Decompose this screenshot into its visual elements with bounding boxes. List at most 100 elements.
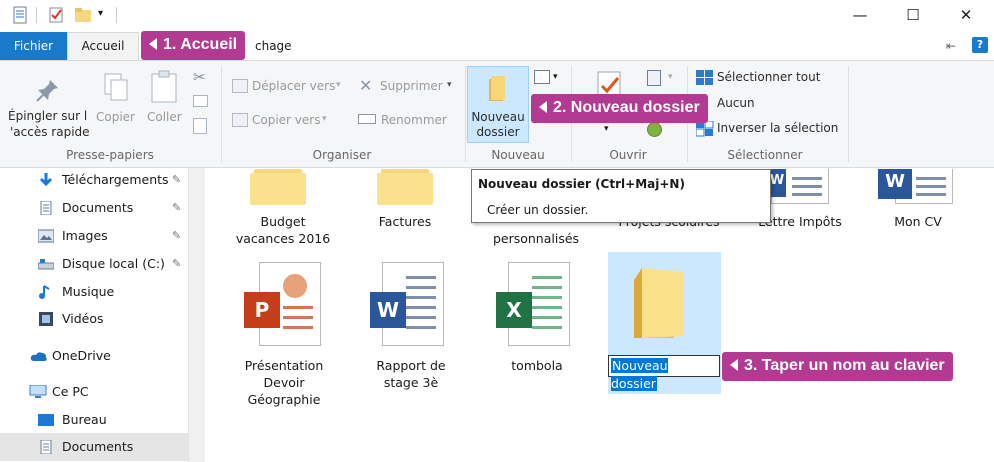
qa-separator-2 [116, 7, 117, 23]
folder-icon [250, 169, 306, 205]
file-tombola[interactable]: tombola [482, 357, 592, 374]
nav-label: Vidéos [62, 311, 104, 326]
group-separator [848, 66, 849, 162]
rename-input[interactable]: Nouveau dossier [608, 355, 720, 391]
disk-icon [38, 259, 54, 270]
delete-button[interactable]: Supprimer [380, 79, 443, 93]
file-presentation-geographie[interactable]: Présentation Devoir Géographie [224, 357, 344, 408]
copy-to-button[interactable]: Copier vers [252, 113, 320, 127]
tab-partage-partial[interactable]: chage [255, 32, 292, 60]
close-button[interactable]: ✕ [946, 4, 986, 26]
tooltip-new-folder: Nouveau dossier (Ctrl+Maj+N) Créer un do… [471, 169, 771, 223]
file-modeles-office[interactable]: personnalisés [476, 230, 596, 247]
paste-shortcut-icon[interactable] [193, 118, 207, 134]
maximize-button[interactable]: ☐ [893, 4, 933, 26]
new-item-dropdown-icon[interactable]: ▾ [553, 72, 558, 82]
pin-quick-access-label-2: 'accès rapide [10, 125, 90, 139]
nav-item-telechargements[interactable]: Téléchargements ✎ [0, 166, 188, 194]
history-icon[interactable] [647, 122, 662, 137]
properties-dropdown-icon[interactable]: ▾ [604, 124, 609, 134]
group-separator [465, 66, 466, 162]
video-icon [39, 312, 53, 326]
excel-file-icon: X [496, 262, 570, 346]
file-mon-cv[interactable]: Mon CV [868, 213, 968, 230]
move-to-icon [232, 79, 248, 93]
delete-dropdown-icon[interactable]: ▾ [447, 80, 452, 90]
tab-accueil[interactable]: Accueil [67, 32, 139, 60]
properties-icon[interactable] [12, 6, 28, 24]
images-icon [38, 229, 54, 243]
powerpoint-logo-icon: P [244, 292, 280, 328]
nav-item-bureau[interactable]: Bureau [0, 406, 188, 434]
open-icon[interactable] [647, 70, 661, 86]
nav-item-images[interactable]: Images ✎ [0, 222, 188, 250]
documents-icon [40, 440, 52, 454]
copy-to-icon [232, 113, 248, 127]
tooltip-title: Nouveau dossier (Ctrl+Maj+N) [478, 177, 685, 191]
move-to-button[interactable]: Déplacer vers [252, 79, 335, 93]
minimize-button[interactable]: — [840, 4, 880, 26]
nav-item-documents[interactable]: Documents ✎ [0, 194, 188, 222]
delete-icon: ✕ [359, 76, 373, 95]
excel-logo-icon: X [496, 292, 532, 328]
help-icon[interactable]: ? [972, 37, 988, 53]
new-folder-label-1: Nouveau [471, 110, 525, 124]
nav-item-disque-local[interactable]: Disque local (C:) ✎ [0, 250, 188, 278]
nav-item-ce-pc[interactable]: Ce PC [0, 378, 188, 406]
group-separator [221, 66, 222, 162]
nav-label: Ce PC [52, 384, 89, 399]
nav-label: Documents [62, 439, 134, 454]
open-dropdown-icon[interactable]: ▾ [668, 72, 673, 82]
nav-label: Disque local (C:) [62, 256, 165, 271]
new-folder-icon [489, 76, 505, 101]
cut-icon[interactable]: ✂ [193, 68, 206, 86]
qa-dropdown-icon[interactable]: ▾ [98, 8, 103, 19]
documents-icon [40, 201, 52, 215]
paste-icon [150, 70, 178, 107]
rename-icon [358, 114, 376, 124]
nav-scrollbar[interactable] [188, 168, 205, 462]
tooltip-desc: Créer un dossier. [487, 203, 589, 217]
word-logo-icon: W [878, 169, 912, 199]
cloud-icon [30, 352, 47, 361]
invert-selection-icon [695, 120, 714, 140]
callout-accueil: 1. Accueil [141, 31, 246, 60]
copy-button[interactable]: Copier [96, 110, 135, 124]
download-icon [39, 173, 53, 187]
file-budget-vacances[interactable]: Budget vacances 2016 [229, 213, 337, 247]
pin-icon: ✎ [172, 257, 182, 270]
music-icon [39, 285, 50, 299]
copy-to-dropdown-icon[interactable]: ▾ [322, 114, 327, 124]
invert-selection-button[interactable]: Inverser la sélection [717, 121, 838, 135]
new-folder-qa-icon[interactable] [74, 6, 91, 24]
move-to-dropdown-icon[interactable]: ▾ [336, 80, 341, 90]
pin-quick-access-button[interactable]: Épingler sur l [8, 109, 87, 123]
pin-ribbon-icon[interactable]: ⇤ [946, 39, 956, 53]
nav-label: Musique [62, 284, 115, 299]
nav-item-musique[interactable]: Musique [0, 278, 188, 306]
pin-icon: ✎ [172, 173, 182, 186]
nav-item-videos[interactable]: Vidéos [0, 305, 188, 333]
group-organiser: Organiser [312, 148, 372, 162]
callout-nouveau-dossier: 2. Nouveau dossier [531, 94, 708, 123]
copy-path-icon[interactable] [193, 95, 208, 107]
nav-item-onedrive[interactable]: OneDrive [0, 342, 188, 370]
tab-fichier[interactable]: Fichier [0, 32, 67, 60]
nav-label: Documents [62, 200, 134, 215]
nav-item-documents-selected[interactable]: Documents [0, 433, 188, 461]
checklist-icon[interactable] [48, 6, 64, 24]
paste-button[interactable]: Coller [147, 110, 182, 124]
file-rapport-de-stage[interactable]: Rapport de stage 3è [356, 357, 466, 391]
group-ouvrir: Ouvrir [609, 148, 647, 162]
pin-icon: ✎ [172, 201, 182, 214]
select-all-button[interactable]: Sélectionner tout [717, 70, 820, 84]
new-folder-label-2: dossier [476, 125, 520, 139]
copy-icon [101, 72, 131, 107]
desktop-icon [38, 414, 54, 426]
folder-icon [377, 169, 433, 205]
file-factures[interactable]: Factures [360, 213, 450, 230]
select-none-button[interactable]: Aucun [717, 96, 755, 110]
qa-separator [36, 7, 37, 23]
rename-button[interactable]: Renommer [381, 113, 447, 127]
new-item-icon[interactable] [534, 70, 550, 84]
